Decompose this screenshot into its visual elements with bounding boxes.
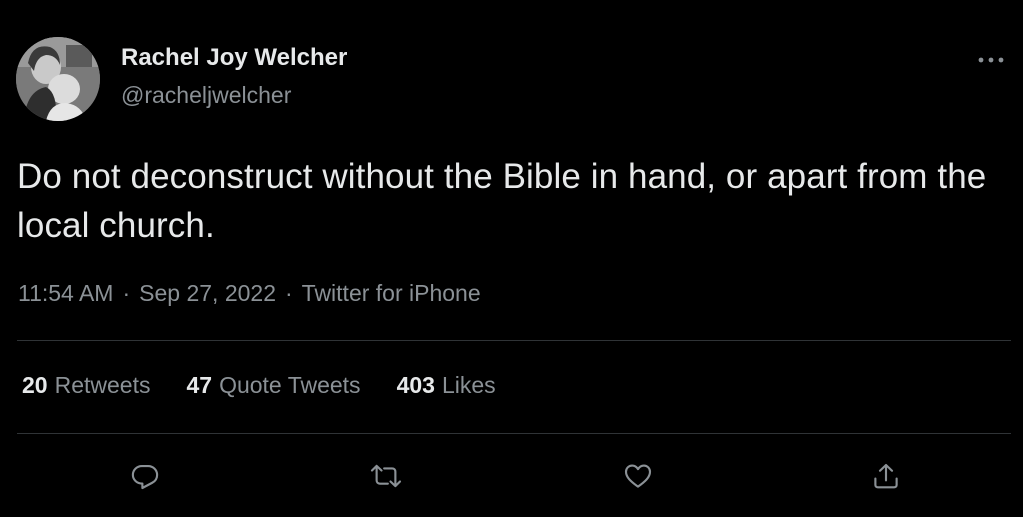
display-name[interactable]: Rachel Joy Welcher: [121, 44, 347, 72]
retweets-count: 20: [22, 372, 48, 398]
share-icon: [874, 463, 898, 489]
like-button[interactable]: [620, 458, 656, 494]
retweets-label: Retweets: [54, 372, 151, 398]
quote-tweets-label: Quote Tweets: [219, 372, 361, 398]
tweet-meta: 11:54 AM · Sep 27, 2022 · Twitter for iP…: [18, 280, 481, 307]
meta-separator: ·: [285, 280, 293, 306]
quote-tweets-stat[interactable]: 47 Quote Tweets: [186, 372, 360, 399]
retweets-stat[interactable]: 20 Retweets: [22, 372, 150, 399]
tweet-time[interactable]: 11:54 AM: [18, 280, 113, 307]
tweet-card: Rachel Joy Welcher @racheljwelcher Do no…: [0, 0, 1023, 517]
retweet-icon: [370, 464, 402, 488]
profile-photo-icon: [16, 37, 100, 121]
share-button[interactable]: [868, 458, 904, 494]
divider: [17, 433, 1011, 434]
meta-separator: ·: [122, 280, 131, 306]
more-options-button[interactable]: [971, 48, 1011, 72]
reply-button[interactable]: [127, 458, 163, 494]
engagement-stats: 20 Retweets 47 Quote Tweets 403 Likes: [22, 372, 532, 399]
avatar[interactable]: [16, 37, 100, 121]
retweet-button[interactable]: [368, 458, 404, 494]
user-handle[interactable]: @racheljwelcher: [121, 82, 291, 109]
likes-stat[interactable]: 403 Likes: [397, 372, 496, 399]
likes-count: 403: [396, 372, 435, 398]
divider: [17, 340, 1011, 341]
likes-label: Likes: [441, 372, 496, 398]
tweet-text: Do not deconstruct without the Bible in …: [17, 157, 987, 245]
reply-icon: [131, 464, 159, 490]
quote-tweets-count: 47: [186, 372, 213, 398]
tweet-source[interactable]: Twitter for iPhone: [302, 280, 481, 307]
heart-icon: [624, 464, 652, 488]
tweet-date[interactable]: Sep 27, 2022: [139, 280, 276, 307]
more-horizontal-icon: [978, 57, 1004, 63]
